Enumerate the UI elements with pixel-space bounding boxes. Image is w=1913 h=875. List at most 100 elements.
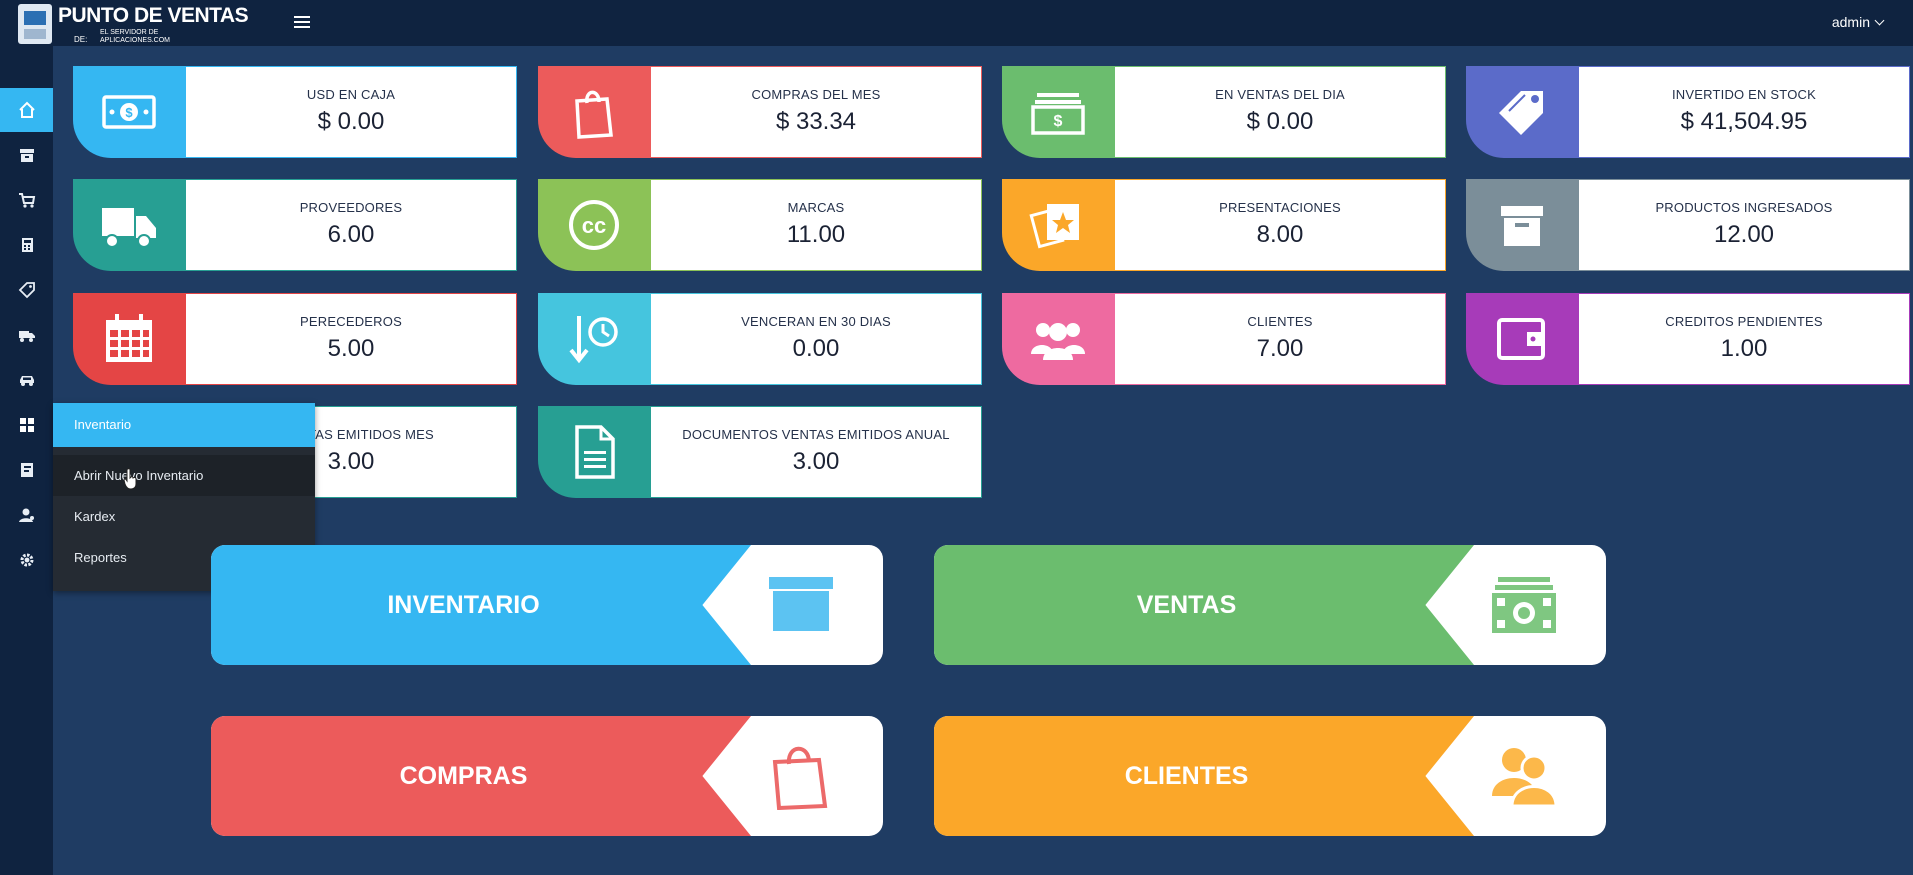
brand-de: DE: [74,35,88,44]
card-icon-box [73,293,185,385]
tags-icon [1499,91,1543,135]
sidebar-item-settings[interactable] [0,538,53,582]
menu-toggle-icon[interactable] [294,16,310,28]
cart-icon [18,193,35,208]
card-icon-box [538,406,650,498]
card-label: EN VENTAS DEL DIA [1215,87,1345,102]
history-icon [569,316,618,364]
card-body: PERECEDEROS 5.00 [185,293,517,385]
card-body: CREDITOS PENDIENTES 1.00 [1578,293,1910,385]
brand-title: PUNTO DE VENTAS [58,4,249,27]
stat-card-venceran-en-30-dias[interactable]: VENCERAN EN 30 DIAS 0.00 [538,293,982,385]
truck-icon [102,208,156,248]
svg-text:$: $ [125,105,133,120]
card-body: DOCUMENTOS VENTAS EMITIDOS ANUAL 3.00 [650,406,982,498]
card-body: PRESENTACIONES 8.00 [1114,179,1446,271]
shortcut-inventario-button[interactable]: INVENTARIO [211,545,883,665]
card-label: PRESENTACIONES [1219,200,1341,215]
brand-subtitle: EL SERVIDOR DE APLICACIONES.COM [100,29,171,44]
sidebar-item-users[interactable] [0,493,53,537]
stat-card-documentos-ventas-emitidos-anual[interactable]: DOCUMENTOS VENTAS EMITIDOS ANUAL 3.00 [538,406,982,498]
car-icon [19,376,34,386]
stat-card-proveedores[interactable]: PROVEEDORES 6.00 [73,179,517,271]
shopping-bag-icon [772,746,828,810]
shortcut-label: COMPRAS [399,762,528,790]
tag-icon [18,282,35,299]
calendar-icon [106,314,152,362]
sidebar-item-archive[interactable] [0,133,53,177]
card-icon-box [1002,179,1114,271]
card-body: USD EN CAJA $ 0.00 [185,66,517,158]
book-icon [20,463,33,477]
sidebar-item-home[interactable] [0,88,53,132]
top-bar: PUNTO DE VENTAS DE: EL SERVIDOR DE APLIC… [0,0,1913,46]
submenu-title[interactable]: Inventario [53,403,315,447]
card-label: PROVEEDORES [299,200,403,215]
card-value: $ 41,504.95 [1680,108,1808,135]
chevron-down-icon [1874,15,1885,26]
stat-card-presentaciones[interactable]: PRESENTACIONES 8.00 [1002,179,1446,271]
sidebar-item-car[interactable] [0,358,53,402]
shortcut-compras-button[interactable]: COMPRAS [211,716,883,836]
user-menu[interactable]: admin [1832,14,1885,30]
svg-text:cc: cc [582,213,606,238]
sidebar-item-cart[interactable] [0,178,53,222]
sidebar-item-calculator[interactable] [0,223,53,267]
card-value: 8.00 [1256,221,1304,248]
sidebar-item-tags[interactable] [0,268,53,312]
card-icon-box: $ [1002,66,1114,158]
sidebar [0,46,53,875]
card-icon-box [538,293,650,385]
card-value: 7.00 [1256,335,1304,362]
stat-card-perecederos[interactable]: PERECEDEROS 5.00 [73,293,517,385]
wallet-icon [1497,318,1545,360]
card-label: INVERTIDO EN STOCK [1672,87,1816,102]
card-value: 6.00 [327,221,375,248]
submenu-item-kardex[interactable]: Kardex [53,496,315,537]
card-body: VENCERAN EN 30 DIAS 0.00 [650,293,982,385]
shopping-bag-icon [575,90,613,139]
card-value: 1.00 [1720,335,1768,362]
submenu-item-abrir-nuevo-inventario[interactable]: Abrir Nuevo Inventario [53,455,315,496]
shortcut-ventas-button[interactable]: VENTAS [934,545,1606,665]
stat-card-invertido-en-stock[interactable]: INVERTIDO EN STOCK $ 41,504.95 [1466,66,1910,158]
users-icon [1031,323,1085,360]
card-body: CLIENTES 7.00 [1114,293,1446,385]
stat-card-productos-ingresados[interactable]: PRODUCTOS INGRESADOS 12.00 [1466,179,1910,271]
shortcut-label: CLIENTES [1124,762,1249,790]
card-label: CREDITOS PENDIENTES [1665,314,1823,329]
archive-icon [769,577,833,631]
cash-stack-icon: $ [1031,93,1085,135]
calculator-icon [21,238,33,252]
gear-icon [20,553,33,567]
stat-card-usd-en-caja[interactable]: $ USD EN CAJA $ 0.00 [73,66,517,158]
card-value: 11.00 [786,221,846,248]
card-label: USD EN CAJA [306,87,396,102]
archive-icon [19,149,34,162]
card-body: PROVEEDORES 6.00 [185,179,517,271]
card-body: INVERTIDO EN STOCK $ 41,504.95 [1578,66,1910,158]
shortcut-label: INVENTARIO [387,591,540,619]
card-label: COMPRAS DEL MES [751,87,881,102]
stat-card-compras-del-mes[interactable]: COMPRAS DEL MES $ 33.34 [538,66,982,158]
user-icon [18,508,34,522]
brand-logo[interactable]: PUNTO DE VENTAS DE: EL SERVIDOR DE APLIC… [14,2,249,46]
truck-icon [18,331,35,342]
card-body: EN VENTAS DEL DIA $ 0.00 [1114,66,1446,158]
sidebar-item-book[interactable] [0,448,53,492]
users-icon [1492,748,1558,808]
stat-card-creditos-pendientes[interactable]: CREDITOS PENDIENTES 1.00 [1466,293,1910,385]
stat-card-clientes[interactable]: CLIENTES 7.00 [1002,293,1446,385]
card-value: 3.00 [792,448,840,475]
home-icon [18,101,35,118]
stat-card-marcas[interactable]: cc MARCAS 11.00 [538,179,982,271]
card-value: 12.00 [1713,221,1775,248]
card-icon-box [1466,179,1578,271]
stat-card-en-ventas-del-dia[interactable]: $ EN VENTAS DEL DIA $ 0.00 [1002,66,1446,158]
card-value: 0.00 [792,335,840,362]
card-label: MARCAS [787,200,845,215]
shortcut-clientes-button[interactable]: CLIENTES [934,716,1606,836]
sidebar-item-inventario[interactable] [0,403,53,447]
sidebar-item-truck[interactable] [0,313,53,357]
document-icon [575,425,615,479]
